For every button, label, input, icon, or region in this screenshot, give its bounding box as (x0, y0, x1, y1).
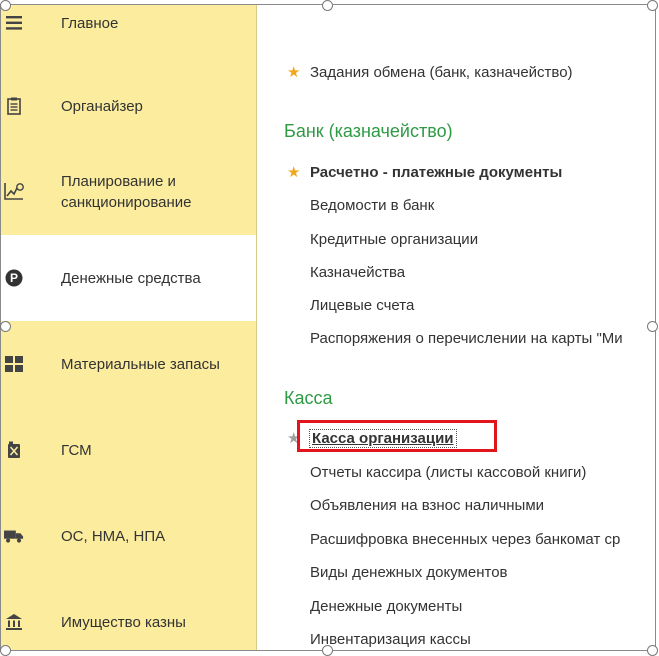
section-title-bank: Банк (казначейство) (284, 121, 453, 141)
ruble-coin-icon: P (4, 268, 24, 288)
truck-icon (4, 526, 24, 546)
sidebar-item-label: ОС, НМА, НПА (61, 528, 166, 545)
favorite-star-icon[interactable]: ★ (287, 163, 300, 181)
section-title-cash: Касса (284, 388, 333, 408)
sidebar-item-cash-funds[interactable]: P Денежные средства (1, 235, 256, 321)
link-monetary-document-types[interactable]: Виды денежных документов (310, 564, 508, 581)
sidebar-item-fuel[interactable]: ГСМ (1, 434, 256, 468)
app-window: Главное Органайзер Планирование и санкци… (0, 4, 656, 651)
sidebar-item-label: Органайзер (61, 98, 143, 115)
link-cash-organization-label: Касса организации (309, 429, 457, 448)
link-treasuries[interactable]: Казначейства (310, 264, 405, 281)
grid-icon (4, 354, 24, 374)
link-cashier-reports[interactable]: Отчеты кассира (листы кассовой книги) (310, 464, 586, 481)
link-atm-deposit-breakdown[interactable]: Расшифровка внесенных через банкомат ср (310, 531, 620, 548)
resize-handle[interactable] (322, 645, 333, 656)
link-monetary-documents[interactable]: Денежные документы (310, 598, 462, 615)
link-cash-organization[interactable]: Касса организации (309, 429, 457, 448)
link-cash-inventory[interactable]: Инвентаризация кассы (310, 631, 471, 648)
link-personal-accounts[interactable]: Лицевые счета (310, 297, 414, 314)
bank-building-icon (4, 612, 24, 632)
content-panel: ★ Задания обмена (банк, казначейство) Ба… (257, 5, 655, 650)
sidebar-item-label: Имущество казны (61, 614, 186, 631)
link-card-transfer-orders[interactable]: Распоряжения о перечислении на карты "Ми (310, 330, 623, 347)
sidebar-item-label: ГСМ (61, 442, 92, 459)
sidebar-item-organizer[interactable]: Органайзер (1, 90, 256, 124)
fuel-canister-icon (4, 440, 24, 460)
sidebar-item-label: Материальные запасы (61, 356, 220, 373)
link-credit-organizations[interactable]: Кредитные организации (310, 231, 478, 248)
sidebar-item-fixed-assets[interactable]: ОС, НМА, НПА (1, 520, 256, 554)
sidebar-item-treasury-property[interactable]: Имущество казны (1, 606, 256, 640)
resize-handle[interactable] (647, 0, 658, 11)
resize-handle[interactable] (647, 321, 658, 332)
resize-handle[interactable] (0, 321, 11, 332)
link-payment-documents[interactable]: Расчетно - платежные документы (310, 164, 562, 181)
link-cash-deposit-notices[interactable]: Объявления на взнос наличными (310, 497, 544, 514)
hamburger-menu-icon (4, 13, 24, 33)
favorite-star-icon[interactable]: ★ (287, 63, 300, 81)
sidebar-item-label: Планирование и санкционирование (61, 173, 192, 211)
clipboard-icon (4, 96, 24, 116)
sidebar-item-label: Денежные средства (61, 270, 201, 287)
favorite-star-icon[interactable]: ★ (287, 429, 300, 447)
resize-handle[interactable] (647, 645, 658, 656)
resize-handle[interactable] (322, 0, 333, 11)
svg-text:P: P (10, 271, 18, 285)
sidebar-item-planning[interactable]: Планирование и санкционирование (1, 167, 256, 217)
resize-handle[interactable] (0, 645, 11, 656)
planning-chart-icon (4, 181, 24, 201)
sidebar-item-inventory[interactable]: Материальные запасы (1, 348, 256, 382)
resize-handle[interactable] (0, 0, 11, 11)
sidebar: Главное Органайзер Планирование и санкци… (1, 5, 257, 650)
link-bank-statements[interactable]: Ведомости в банк (310, 197, 434, 214)
sidebar-item-label: Главное (61, 15, 119, 32)
sidebar-item-main[interactable]: Главное (1, 7, 256, 41)
link-exchange-tasks[interactable]: Задания обмена (банк, казначейство) (310, 64, 573, 81)
